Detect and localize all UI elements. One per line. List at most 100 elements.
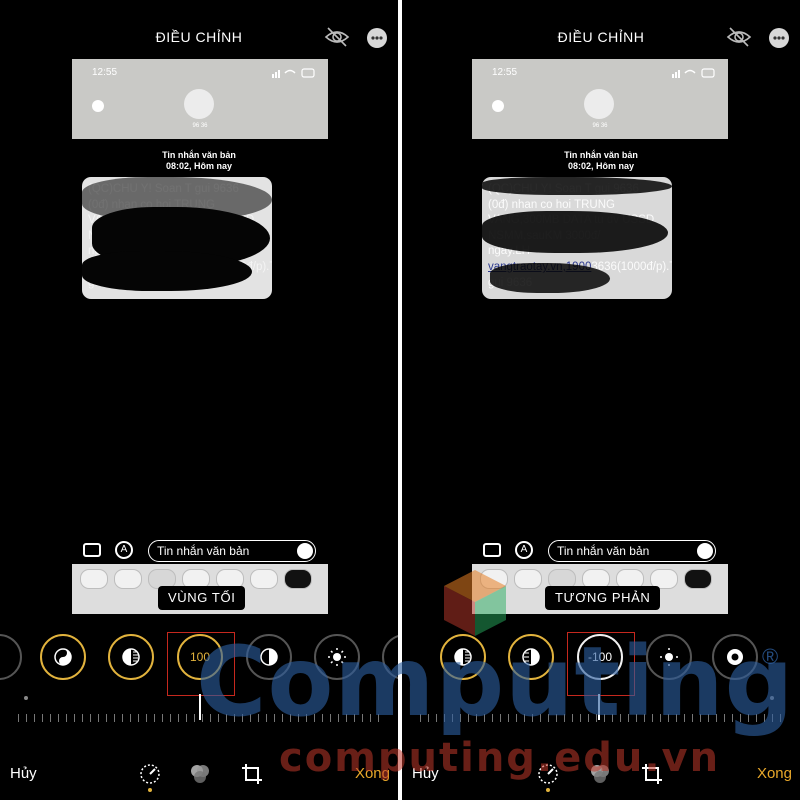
message-input-placeholder: Tin nhắn văn bản (157, 544, 250, 558)
message-header-label: Tin nhắn văn bản (564, 150, 638, 160)
ruler-tick (98, 714, 99, 722)
app-store-icon: A (115, 541, 133, 559)
highlights-icon (454, 648, 472, 666)
brilliance-tool[interactable] (40, 634, 86, 680)
redaction-mark (482, 211, 668, 253)
ruler-tick (436, 714, 437, 722)
message-bubble: (QC)CHU Y! Soan T gui 9636 (0đ) nhan co … (82, 177, 272, 299)
value-ruler[interactable] (420, 710, 782, 724)
ruler-pointer (199, 694, 201, 720)
crop-icon[interactable] (640, 762, 664, 786)
hide-eye-icon[interactable] (324, 26, 350, 48)
app-icon (480, 569, 508, 589)
filters-icon[interactable] (188, 762, 212, 786)
sun-icon (660, 648, 678, 666)
message-header: Tin nhắn văn bản 08:02, Hôm nay (402, 150, 800, 172)
adjust-dial-icon[interactable] (536, 762, 560, 786)
ruler-tick (740, 714, 741, 722)
ruler-tick (668, 714, 669, 722)
app-icon (250, 569, 278, 589)
back-chevron-icon (92, 100, 104, 112)
contrast-tool[interactable] (246, 634, 292, 680)
ruler-tick (604, 714, 605, 722)
mic-icon (697, 543, 713, 559)
ruler-tick (444, 714, 445, 722)
back-chevron-icon (492, 100, 504, 112)
mic-icon (297, 543, 313, 559)
yin-yang-icon (54, 648, 72, 666)
black-point-icon (727, 649, 743, 665)
brightness-tool[interactable] (646, 634, 692, 680)
ruler-tick (716, 714, 717, 722)
avatar (584, 89, 614, 119)
done-button[interactable]: Xong (355, 765, 390, 782)
ruler-pointer (598, 694, 600, 720)
ruler-tick (524, 714, 525, 722)
ruler-tick (588, 714, 589, 722)
contact-number: 96 36 (192, 123, 208, 129)
slider-end-dot (770, 696, 774, 700)
app-store-icon: A (515, 541, 533, 559)
ruler-tick (620, 714, 621, 722)
more-options-icon[interactable] (367, 28, 387, 48)
ruler-tick (146, 714, 147, 722)
ruler-tick (274, 714, 275, 722)
adjust-dial-icon[interactable] (138, 762, 162, 786)
ruler-tick (548, 714, 549, 722)
highlight-box (167, 632, 235, 696)
ruler-tick (420, 714, 421, 722)
ruler-tick (484, 714, 485, 722)
ruler-tick (540, 714, 541, 722)
hide-eye-icon[interactable] (726, 26, 752, 48)
ruler-tick (282, 714, 283, 722)
message-input: Tin nhắn văn bản (548, 540, 716, 562)
ruler-tick (42, 714, 43, 722)
message-input-row: A Tin nhắn văn bản (80, 540, 320, 562)
ruler-tick (764, 714, 765, 722)
filters-icon[interactable] (588, 762, 612, 786)
app-icon (80, 569, 108, 589)
ruler-tick (314, 714, 315, 722)
more-options-icon[interactable] (769, 28, 789, 48)
ruler-tick (460, 714, 461, 722)
ruler-tick (122, 714, 123, 722)
adjust-tool-offscreen[interactable] (382, 634, 398, 680)
ruler-tick (162, 714, 163, 722)
ruler-tick (210, 714, 211, 722)
ruler-tick (756, 714, 757, 722)
ruler-tick (708, 714, 709, 722)
ruler-tick (226, 714, 227, 722)
cancel-button[interactable]: Hủy (10, 765, 37, 782)
ruler-tick (628, 714, 629, 722)
ruler-tick (82, 714, 83, 722)
camera-icon (83, 543, 101, 557)
ruler-tick (258, 714, 259, 722)
highlights-tool[interactable] (440, 634, 486, 680)
shadows-tool[interactable] (508, 634, 554, 680)
sun-icon (328, 648, 346, 666)
ruler-tick (572, 714, 573, 722)
ruler-tick (354, 714, 355, 722)
black-point-tool[interactable] (712, 634, 758, 680)
ruler-tick (476, 714, 477, 722)
left-editor-panel: ĐIỀU CHỈNH 12:55 96 36 Tin nhắn văn bản … (0, 0, 398, 800)
signal-wifi-battery-icon (272, 68, 315, 78)
message-input-row: A Tin nhắn văn bản (480, 540, 720, 562)
brightness-tool[interactable] (314, 634, 360, 680)
ruler-tick (370, 714, 371, 722)
photo-status-area: 12:55 96 36 (472, 59, 728, 139)
crop-icon[interactable] (240, 762, 264, 786)
adjust-tool-offscreen[interactable] (0, 634, 22, 680)
redaction-mark (482, 177, 672, 195)
cancel-button[interactable]: Hủy (412, 765, 439, 782)
ruler-tick (644, 714, 645, 722)
ruler-tick (130, 714, 131, 722)
slider-start-dot (24, 696, 28, 700)
ruler-tick (298, 714, 299, 722)
highlights-tool[interactable] (108, 634, 154, 680)
message-header: Tin nhắn văn bản 08:02, Hôm nay (0, 150, 398, 172)
done-button[interactable]: Xong (757, 765, 792, 782)
ruler-tick (26, 714, 27, 722)
message-time: 08:02, Hôm nay (567, 161, 635, 171)
ruler-tick (772, 714, 773, 722)
